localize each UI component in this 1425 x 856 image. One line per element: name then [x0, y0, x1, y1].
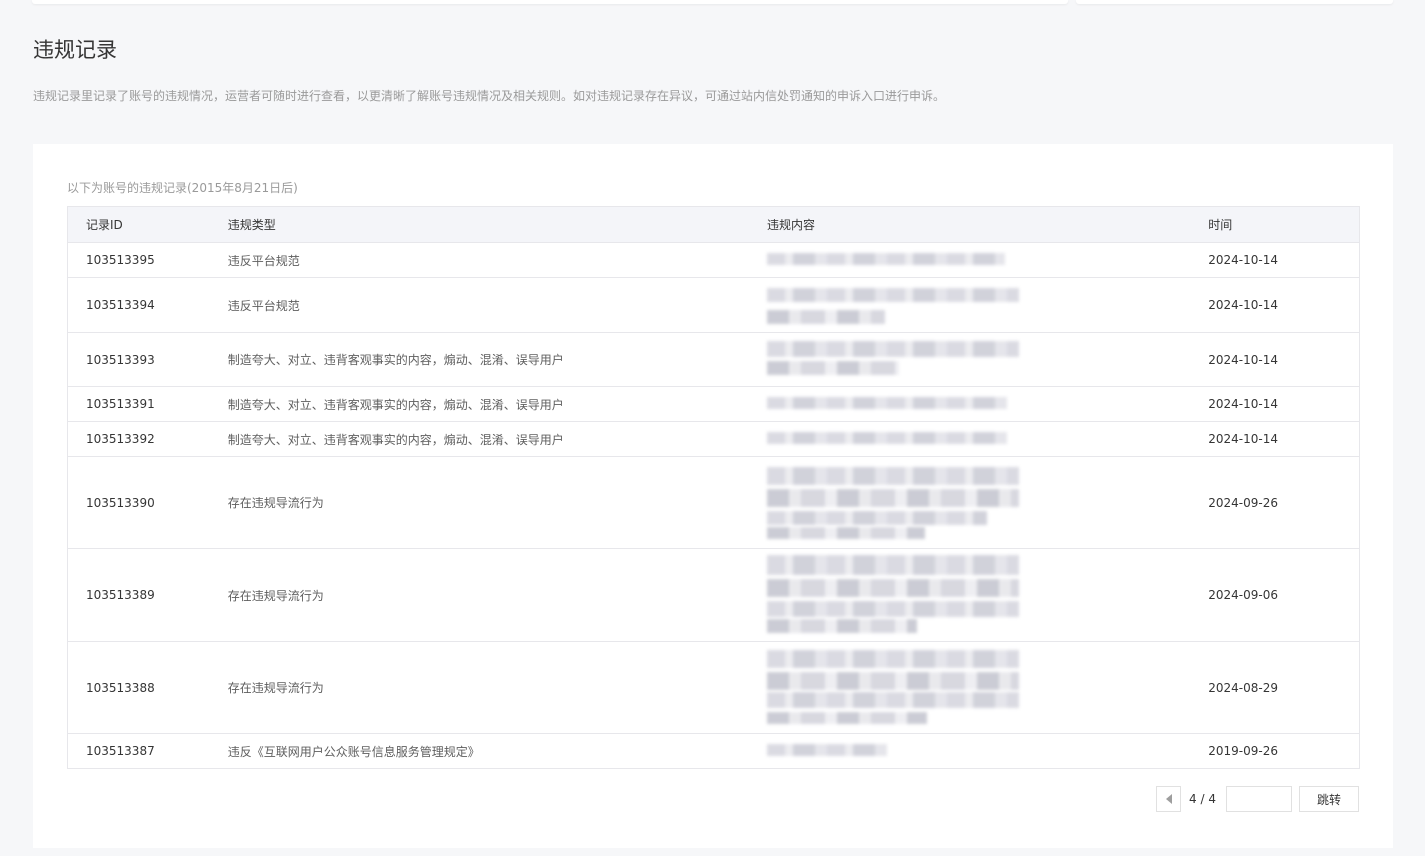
table-row: 103513389 存在违规导流行为 2024-09-06 [68, 548, 1359, 641]
record-id: 103513391 [86, 397, 155, 411]
record-content-redacted [749, 642, 1190, 733]
record-time: 2024-10-14 [1208, 432, 1278, 446]
record-content-redacted [749, 549, 1190, 641]
record-time: 2024-09-06 [1208, 588, 1278, 602]
record-type: 制造夸大、对立、违背客观事实的内容，煽动、混淆、误导用户 [227, 432, 564, 447]
top-bar-right [1076, 0, 1393, 4]
record-time: 2024-10-14 [1208, 298, 1278, 312]
page-count: 4 / 4 [1189, 792, 1216, 806]
record-time: 2019-09-26 [1208, 744, 1278, 758]
record-id: 103513394 [86, 298, 155, 312]
record-content-redacted [749, 422, 1190, 456]
column-header-time: 时间 [1208, 218, 1233, 232]
record-time: 2024-09-26 [1208, 495, 1278, 510]
top-strip [0, 0, 1425, 10]
table-row: 103513387 违反《互联网用户公众账号信息服务管理规定》 2019-09-… [68, 733, 1359, 768]
record-id: 103513390 [86, 495, 155, 510]
record-id: 103513387 [86, 744, 155, 758]
record-time: 2024-08-29 [1208, 680, 1278, 695]
record-time: 2024-10-14 [1208, 397, 1278, 411]
table-row: 103513390 存在违规导流行为 2024-09-26 [68, 456, 1359, 548]
record-id: 103513395 [86, 253, 155, 267]
record-type: 存在违规导流行为 [227, 588, 324, 603]
records-card: 以下为账号的违规记录(2015年8月21日后) 记录ID 违规类型 违规内容 时… [33, 144, 1393, 848]
record-id: 103513392 [86, 432, 155, 446]
record-content-redacted [749, 333, 1190, 386]
table-row: 103513388 存在违规导流行为 2024-08-29 [68, 641, 1359, 733]
table-header: 记录ID 违规类型 违规内容 时间 [68, 207, 1359, 242]
prev-page-button[interactable] [1156, 786, 1182, 812]
records-note: 以下为账号的违规记录(2015年8月21日后) [67, 181, 298, 195]
record-content-redacted [749, 278, 1190, 332]
record-content-redacted [749, 734, 1190, 768]
record-type: 存在违规导流行为 [227, 496, 324, 510]
column-header-id: 记录ID [86, 218, 123, 232]
record-content-redacted [749, 387, 1190, 421]
record-content-redacted [749, 457, 1190, 548]
record-time: 2024-10-14 [1208, 253, 1278, 267]
page-title: 违规记录 [33, 38, 117, 62]
jump-button[interactable]: 跳转 [1299, 786, 1359, 812]
record-type: 违反《互联网用户公众账号信息服务管理规定》 [227, 744, 480, 759]
record-type: 存在违规导流行为 [227, 681, 324, 695]
caret-left-icon [1165, 794, 1172, 804]
record-type: 违反平台规范 [227, 298, 300, 313]
record-id: 103513389 [86, 588, 155, 602]
record-type: 违反平台规范 [227, 253, 300, 268]
record-type: 制造夸大、对立、违背客观事实的内容，煽动、混淆、误导用户 [227, 397, 564, 412]
record-id: 103513393 [86, 352, 155, 367]
records-table: 记录ID 违规类型 违规内容 时间 103513395 违反平台规范 2024-… [67, 206, 1360, 769]
table-row: 103513393 制造夸大、对立、违背客观事实的内容，煽动、混淆、误导用户 2… [68, 332, 1359, 386]
table-row: 103513395 违反平台规范 2024-10-14 [68, 242, 1359, 277]
table-row: 103513391 制造夸大、对立、违背客观事实的内容，煽动、混淆、误导用户 2… [68, 386, 1359, 421]
top-bar-left [32, 0, 1068, 4]
column-header-content: 违规内容 [766, 218, 815, 232]
table-row: 103513392 制造夸大、对立、违背客观事实的内容，煽动、混淆、误导用户 2… [68, 421, 1359, 456]
record-content-redacted [749, 243, 1190, 277]
pagination: 4 / 4 跳转 [1156, 786, 1359, 812]
record-time: 2024-10-14 [1208, 352, 1278, 367]
page-jump-input[interactable] [1226, 786, 1292, 812]
page-description: 违规记录里记录了账号的违规情况，运营者可随时进行查看，以更清晰了解账号违规情况及… [33, 89, 946, 103]
record-id: 103513388 [86, 680, 155, 695]
record-type: 制造夸大、对立、违背客观事实的内容，煽动、混淆、误导用户 [227, 353, 564, 367]
table-row: 103513394 违反平台规范 2024-10-14 [68, 277, 1359, 332]
column-header-type: 违规类型 [227, 218, 276, 232]
